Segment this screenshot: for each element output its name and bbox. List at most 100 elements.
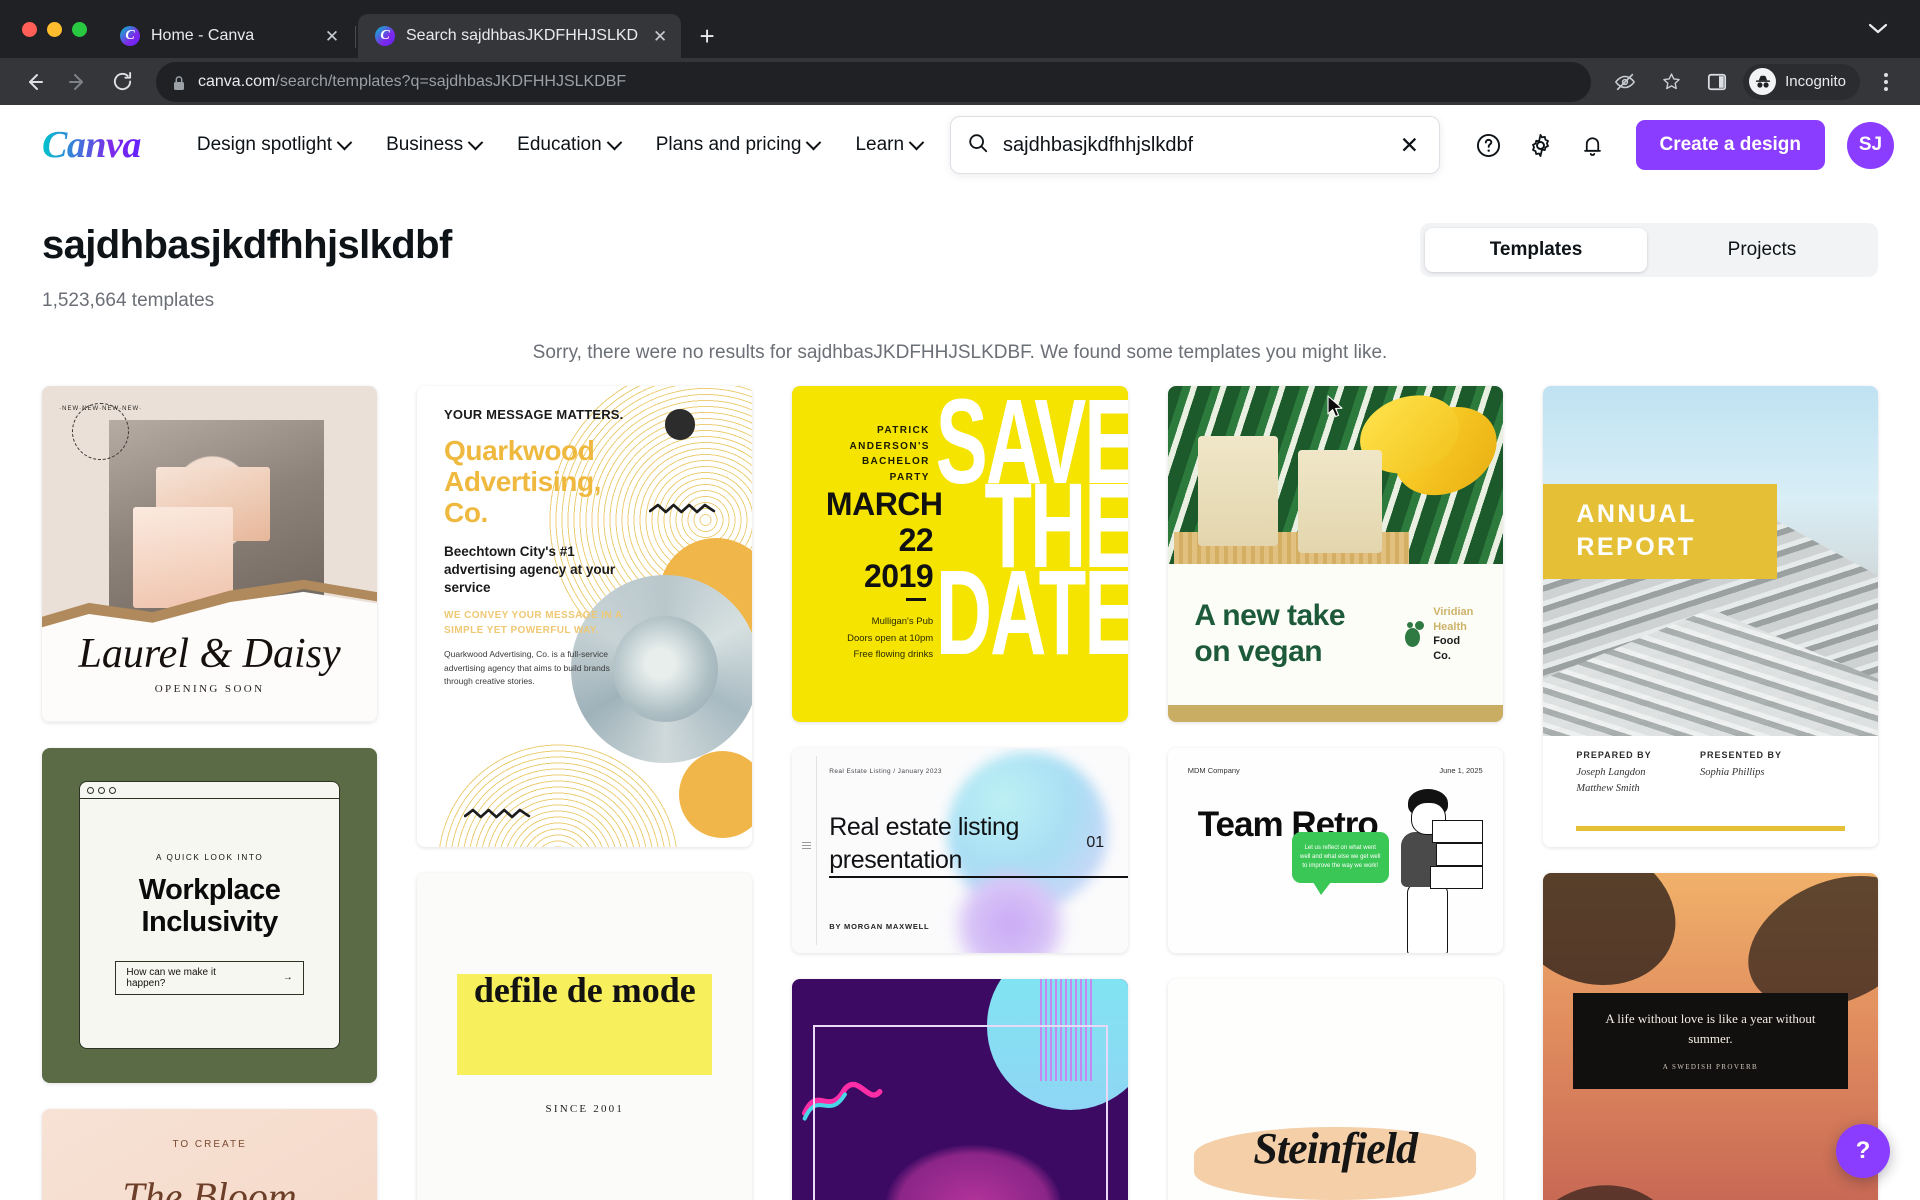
window-mock-body: A QUICK LOOK INTO Workplace Inclusivity …: [80, 799, 339, 1048]
results-header: sajdhbasjkdfhhjslkdbf 1,523,664 template…: [42, 185, 1878, 312]
brand-line: Food Co.: [1433, 635, 1461, 662]
gear-icon[interactable]: [1518, 122, 1564, 168]
tab-title: Search sajdhbasJKDFHHJSLKD: [406, 27, 639, 44]
browser-tab-search[interactable]: C Search sajdhbasJKDFHHJSLKD ✕: [358, 14, 682, 58]
kebab-menu-icon[interactable]: [1866, 62, 1906, 102]
tab-projects[interactable]: Projects: [1651, 228, 1873, 272]
address-bar[interactable]: canva.com/search/templates?q=sajdhbasJKD…: [156, 61, 1592, 102]
template-card-save-the-date[interactable]: SAVE THE DATE PATRICK ANDERSON'S BACHELO…: [792, 386, 1128, 722]
template-card-educators-night[interactable]: LONGSHORE HIGH SCHOOL EDUCATORS' NIGHT: [792, 979, 1128, 1200]
template-cta-label: How can we make it happen?: [126, 966, 216, 989]
decor-bar: [1576, 826, 1845, 832]
nav-item-design-spotlight[interactable]: Design spotlight: [179, 125, 368, 165]
template-card-the-bloom[interactable]: TO CREATE The Bloom: [42, 1108, 378, 1200]
decor-shape: [1542, 872, 1696, 1008]
template-footer: PREPARED BY Joseph Langdon Matthew Smith…: [1542, 736, 1879, 847]
tab-divider: [355, 26, 356, 48]
template-card-real-estate-listing[interactable]: Real Estate Listing / January 2023 Real …: [792, 747, 1128, 954]
new-badge: ·NEW·NEW·NEW·NEW·: [59, 403, 141, 461]
close-icon[interactable]: ✕: [1396, 133, 1423, 157]
template-card-workplace-inclusivity[interactable]: A QUICK LOOK INTO Workplace Inclusivity …: [42, 747, 378, 1083]
template-card-steinfield[interactable]: Steinfield: [1167, 979, 1503, 1200]
chevron-down-icon: [606, 134, 622, 151]
new-tab-button[interactable]: +: [689, 18, 725, 54]
template-kicker: TO CREATE: [172, 1138, 247, 1150]
brand-lockup: Viridian Health Food Co.: [1403, 605, 1476, 663]
credit-label: PRESENTED BY: [1699, 750, 1782, 761]
template-venue: Mulligan's Pub Doors open at 10pm Free f…: [847, 616, 934, 660]
template-column: ANNUAL REPORT PREPARED BY Joseph Langdon…: [1542, 386, 1879, 1200]
star-icon[interactable]: [1651, 62, 1691, 102]
nav-item-learn[interactable]: Learn: [837, 125, 940, 165]
eye-off-icon[interactable]: [1605, 62, 1645, 102]
template-title-band: ANNUAL REPORT: [1542, 484, 1778, 580]
search-input[interactable]: [1003, 133, 1382, 157]
template-card-defile-de-mode[interactable]: defile de mode SINCE 2001: [417, 872, 753, 1200]
decor-rule: [815, 755, 817, 946]
brand-line: Health: [1433, 620, 1467, 633]
page-viewport: Canva Design spotlight Business Educatio…: [0, 105, 1920, 1200]
chevron-down-icon: [336, 134, 353, 151]
url-path: /search/templates?q=sajdhbasJKDFHHJSLKDB…: [275, 72, 627, 90]
nav-item-education[interactable]: Education: [499, 125, 638, 165]
nav-item-business[interactable]: Business: [368, 125, 499, 165]
search-bar[interactable]: ✕: [950, 116, 1440, 175]
nav-item-plans-and-pricing[interactable]: Plans and pricing: [638, 125, 838, 165]
side-panel-icon[interactable]: [1697, 62, 1737, 102]
chevron-down-icon: [908, 134, 925, 151]
forward-icon[interactable]: [58, 62, 98, 102]
incognito-profile-button[interactable]: Incognito: [1743, 63, 1860, 100]
template-title: Laurel & Daisy: [78, 631, 341, 678]
question-circle-icon[interactable]: [1466, 122, 1512, 168]
template-title: Steinfield: [1253, 1124, 1418, 1174]
decor-shape: [1432, 820, 1483, 844]
quote-attribution: A SWEDISH PROVERB: [1662, 1063, 1759, 1072]
nav-label: Business: [386, 134, 464, 156]
minimize-window-button[interactable]: [47, 21, 62, 37]
help-fab-button[interactable]: ?: [1836, 1124, 1890, 1178]
template-title: The Bloom: [122, 1173, 297, 1200]
browser-toolbar: canva.com/search/templates?q=sajdhbasJKD…: [0, 58, 1920, 106]
window-mock: A QUICK LOOK INTO Workplace Inclusivity …: [78, 781, 341, 1050]
reload-icon[interactable]: [102, 62, 142, 102]
create-a-design-button[interactable]: Create a design: [1635, 120, 1825, 171]
template-date: June 1, 2025: [1439, 766, 1483, 776]
template-card-annual-report[interactable]: ANNUAL REPORT PREPARED BY Joseph Langdon…: [1542, 386, 1879, 847]
browser-tab-home[interactable]: C Home - Canva ✕: [103, 14, 353, 58]
template-title: Workplace Inclusivity: [138, 873, 281, 939]
chevron-down-icon[interactable]: [1856, 18, 1900, 41]
credit-names: Sophia Phillips: [1699, 767, 1765, 779]
tab-templates[interactable]: Templates: [1425, 228, 1647, 273]
canva-icon: C: [375, 26, 395, 46]
tab-strip-right: [1856, 0, 1910, 58]
template-card-laurel-and-daisy[interactable]: ·NEW·NEW·NEW·NEW· Laurel & Daisy OPENING…: [42, 386, 378, 722]
credit-prepared: PREPARED BY Joseph Langdon Matthew Smith: [1576, 750, 1651, 797]
template-column: SAVE THE DATE PATRICK ANDERSON'S BACHELO…: [792, 386, 1128, 1200]
bell-icon[interactable]: [1570, 122, 1616, 168]
template-card-quarkwood-advertising[interactable]: YOUR MESSAGE MATTERS. Quarkwood Advertis…: [417, 386, 753, 847]
template-card-swedish-proverb[interactable]: A life without love is like a year witho…: [1542, 872, 1879, 1200]
credit-presented: PRESENTED BY Sophia Phillips: [1700, 750, 1782, 797]
decor-rule: [906, 597, 927, 601]
canva-logo[interactable]: Canva: [42, 123, 141, 167]
maximize-window-button[interactable]: [72, 21, 87, 37]
template-card-a-new-take-on-vegan[interactable]: A new take on vegan Viridian Health Food…: [1167, 386, 1503, 722]
template-subtitle: OPENING SOON: [154, 682, 265, 695]
template-column: YOUR MESSAGE MATTERS. Quarkwood Advertis…: [417, 386, 753, 1200]
avatar[interactable]: SJ: [1847, 121, 1894, 169]
close-icon[interactable]: ✕: [649, 25, 671, 47]
template-subtitle: SINCE 2001: [545, 1103, 625, 1116]
main-nav: Design spotlight Business Education Plan…: [179, 125, 940, 165]
template-card-team-retro[interactable]: MDM Company June 1, 2025 Team Retro Let …: [1167, 747, 1503, 954]
back-icon[interactable]: [14, 62, 54, 102]
template-meta: Real Estate Listing / January 2023: [829, 768, 942, 776]
menu-icon: [802, 842, 812, 850]
close-window-button[interactable]: [22, 21, 37, 37]
tab-title: Home - Canva: [151, 27, 255, 44]
decor-shape: [678, 750, 753, 838]
credit-names: Joseph Langdon Matthew Smith: [1576, 767, 1646, 795]
chevron-down-icon: [806, 134, 822, 151]
template-kicker: YOUR MESSAGE MATTERS.: [444, 407, 624, 423]
close-icon[interactable]: ✕: [321, 25, 343, 47]
arrow-right-icon: →: [282, 972, 293, 984]
